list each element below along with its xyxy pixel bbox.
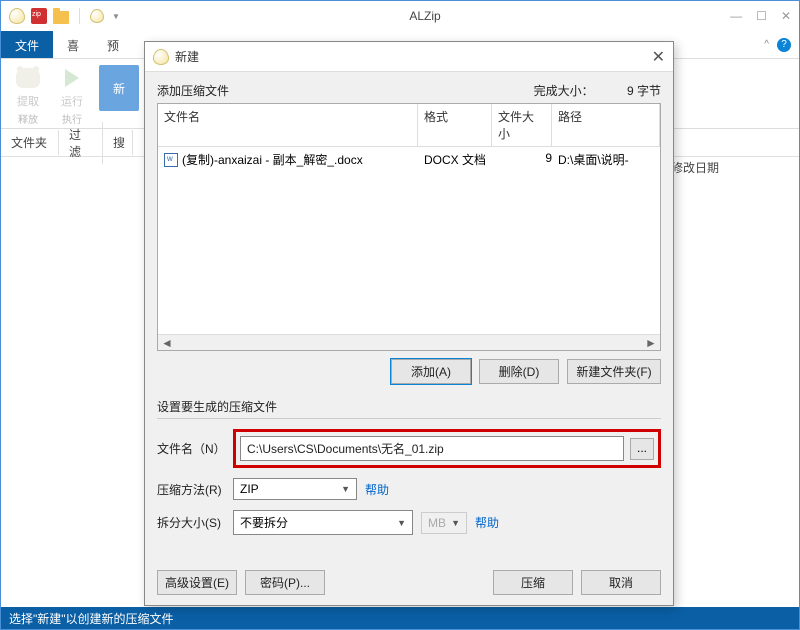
complete-size-label: 完成大小： xyxy=(534,84,594,98)
minimize-button[interactable]: — xyxy=(730,9,742,23)
add-files-label: 添加压缩文件 xyxy=(157,82,229,99)
file-list-header: 文件名 格式 文件大小 路径 xyxy=(158,104,660,147)
close-button[interactable]: ✕ xyxy=(781,9,791,23)
header-filename[interactable]: 文件名 xyxy=(158,104,418,146)
help-icon[interactable]: ? xyxy=(777,38,791,52)
extract-button[interactable]: 提取 xyxy=(15,65,41,109)
app-title: ALZip xyxy=(120,9,730,23)
menu-pref[interactable]: 预 xyxy=(93,31,133,58)
advanced-button[interactable]: 高级设置(E) xyxy=(157,570,237,595)
browse-button[interactable]: ... xyxy=(630,438,654,460)
table-row[interactable]: (复制)-anxaizai - 副本_解密_.docx DOCX 文档 9 D:… xyxy=(158,147,660,172)
password-button[interactable]: 密码(P)... xyxy=(245,570,325,595)
docx-icon xyxy=(164,153,178,167)
filename-highlight: C:\Users\CS\Documents\无名_01.zip ... xyxy=(233,429,661,468)
dialog-icon xyxy=(153,49,169,65)
statusbar: 选择"新建"以创建新的压缩文件 xyxy=(1,607,799,629)
main-titlebar: ▼ ALZip — ☐ ✕ xyxy=(1,1,799,31)
compress-button[interactable]: 压缩 xyxy=(493,570,573,595)
delete-button[interactable]: 删除(D) xyxy=(479,359,559,384)
chevron-down-icon: ▼ xyxy=(397,518,406,528)
col-folders[interactable]: 文件夹 xyxy=(1,130,59,155)
settings-label: 设置要生成的压缩文件 xyxy=(157,398,661,415)
horizontal-scrollbar[interactable]: ◄ ► xyxy=(158,334,660,350)
release-label: 释放 xyxy=(18,111,38,126)
scroll-left-icon[interactable]: ◄ xyxy=(160,336,174,350)
header-format[interactable]: 格式 xyxy=(418,104,492,146)
egg-small-icon xyxy=(90,9,104,23)
filename-input[interactable]: C:\Users\CS\Documents\无名_01.zip xyxy=(240,436,624,461)
folder-icon[interactable] xyxy=(53,11,69,24)
method-select[interactable]: ZIP ▼ xyxy=(233,478,357,500)
split-label: 拆分大小(S) xyxy=(157,514,225,531)
col-search[interactable]: 搜 xyxy=(103,130,133,155)
new-button[interactable]: 新 xyxy=(99,65,139,111)
file-list[interactable]: 文件名 格式 文件大小 路径 (复制)-anxaizai - 副本_解密_.do… xyxy=(157,103,661,351)
play-icon xyxy=(65,69,79,87)
cancel-button[interactable]: 取消 xyxy=(581,570,661,595)
maximize-button[interactable]: ☐ xyxy=(756,9,767,23)
dialog-title: 新建 xyxy=(175,48,652,65)
new-folder-button[interactable]: 新建文件夹(F) xyxy=(567,359,661,384)
run-button[interactable]: 运行 xyxy=(59,65,85,109)
header-path[interactable]: 路径 xyxy=(552,104,660,146)
dialog-titlebar: 新建 ✕ xyxy=(145,42,673,72)
bear-icon xyxy=(16,68,40,88)
col-modified[interactable]: 修改日期 xyxy=(671,159,791,176)
chevron-down-icon: ▼ xyxy=(451,518,460,528)
chevron-down-icon[interactable]: ▼ xyxy=(112,12,120,21)
chevron-down-icon: ▼ xyxy=(341,484,350,494)
method-label: 压缩方法(R) xyxy=(157,481,225,498)
complete-size-value: 9 字节 xyxy=(627,84,661,98)
split-size-select[interactable]: 不要拆分 ▼ xyxy=(233,510,413,535)
caret-up-icon[interactable]: ^ xyxy=(764,39,769,50)
header-size[interactable]: 文件大小 xyxy=(492,104,552,146)
split-unit-select: MB ▼ xyxy=(421,512,467,534)
zip-icon xyxy=(31,8,47,24)
dialog-close-button[interactable]: ✕ xyxy=(652,47,665,67)
menu-favorite[interactable]: 喜 xyxy=(53,31,93,58)
menu-file[interactable]: 文件 xyxy=(1,31,53,58)
new-archive-dialog: 新建 ✕ 添加压缩文件 完成大小： 9 字节 文件名 格式 文件大小 路径 (复… xyxy=(144,41,674,606)
app-icon xyxy=(9,8,25,24)
add-button[interactable]: 添加(A) xyxy=(391,359,471,384)
method-help-link[interactable]: 帮助 xyxy=(365,481,389,498)
filename-label: 文件名（N） xyxy=(157,440,225,457)
split-help-link[interactable]: 帮助 xyxy=(475,514,499,531)
scroll-right-icon[interactable]: ► xyxy=(644,336,658,350)
col-filter[interactable]: 过滤 xyxy=(59,122,103,164)
